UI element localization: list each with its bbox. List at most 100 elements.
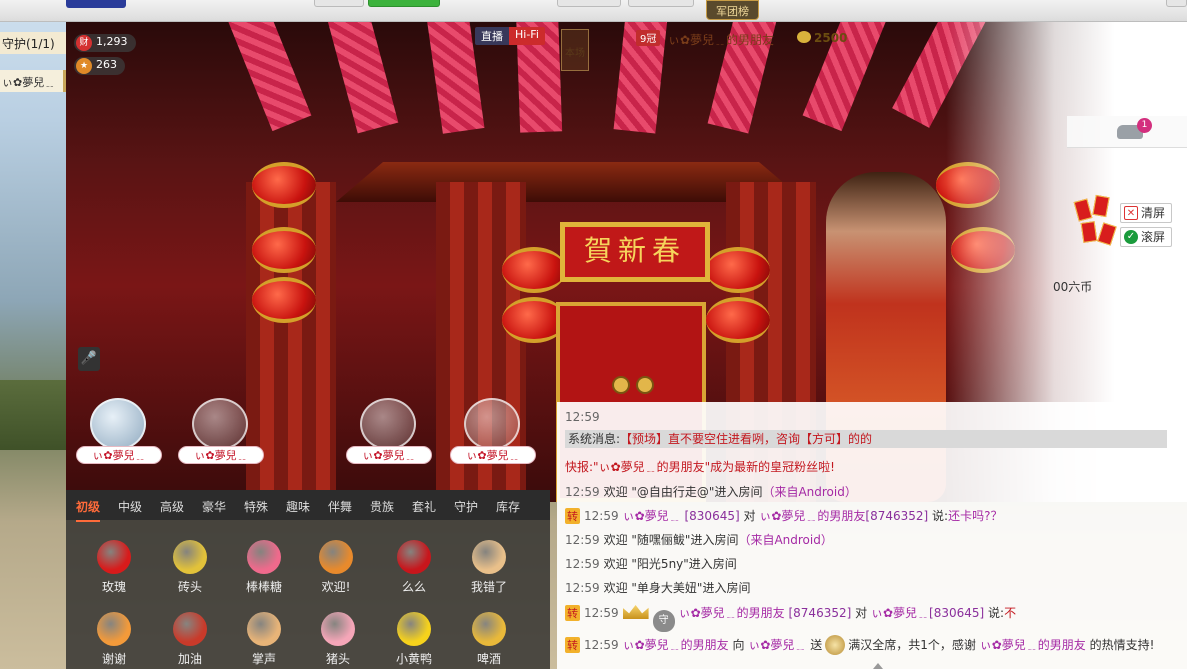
gift-tab-dance[interactable]: 伴舞 <box>328 498 352 515</box>
gift-tab-guard[interactable]: 守护 <box>454 498 478 515</box>
chat-sender[interactable]: ぃ✿夢兒﹎ <box>623 509 681 523</box>
gift-item[interactable]: 砖头 <box>156 540 224 604</box>
guard-title[interactable]: 守护(1/1) <box>0 32 66 54</box>
coin-tip-text: 00六币 <box>1053 280 1093 294</box>
flash-text: "ぃ✿夢兒﹎的男朋友"成为最新的皇冠粉丝啦! <box>593 460 835 474</box>
mic-seat[interactable]: ぃ✿夢兒﹎ <box>170 398 270 472</box>
clear-screen-button[interactable]: ✕ 清屏 <box>1120 203 1172 223</box>
gift-item[interactable]: 我错了 <box>455 540 523 604</box>
anchor-rank-badge: 9冠 <box>636 30 661 46</box>
gift-item[interactable]: 加油 <box>156 612 224 669</box>
gift-item[interactable]: 么么 <box>380 540 448 604</box>
gift-label: 啤酒 <box>476 652 501 666</box>
seat-name: ぃ✿夢兒﹎ <box>346 446 432 464</box>
gift-item[interactable]: 谢谢 <box>80 612 148 669</box>
legion-rank-button[interactable]: 军团榜 <box>706 0 759 20</box>
chat-sender[interactable]: ぃ✿夢兒﹎的男朋友 <box>623 638 729 652</box>
chat-time: 12:59 <box>584 606 619 620</box>
chat-target[interactable]: ぃ✿夢兒﹎的男朋友 <box>759 509 865 523</box>
top-button-3[interactable] <box>628 0 694 7</box>
rubber-duck-gift-icon <box>397 612 431 646</box>
chat-thank-tail: 的热情支持! <box>1089 638 1155 652</box>
repost-badge[interactable]: 转 <box>565 637 580 653</box>
sorry-gift-icon <box>472 540 506 574</box>
top-button-green[interactable] <box>368 0 440 7</box>
microphone-icon[interactable]: 🎤 <box>78 347 100 371</box>
chat-target[interactable]: ぃ✿夢兒﹎ <box>871 606 929 620</box>
chat-sender-id[interactable]: [8746352] <box>788 606 851 620</box>
left-background <box>0 22 66 669</box>
red-lantern <box>252 162 316 208</box>
chat-thank-target[interactable]: ぃ✿夢兒﹎的男朋友 <box>980 638 1086 652</box>
repost-badge[interactable]: 转 <box>565 508 580 524</box>
chat-source: （来自Android） <box>762 485 857 499</box>
stage-banner <box>227 22 312 132</box>
gift-item[interactable]: 啤酒 <box>455 612 523 669</box>
lollipop-gift-icon <box>247 540 281 574</box>
system-text[interactable]: 【预场】直不要空住进看咧，咨询【方可】的的 <box>620 432 872 446</box>
red-lantern <box>706 247 770 293</box>
gift-item[interactable]: 掌声 <box>230 612 298 669</box>
guard-name[interactable]: ぃ✿夢兒﹎ <box>0 70 66 92</box>
chat-time: 12:59 <box>565 410 600 424</box>
gift-tab-bundle[interactable]: 套礼 <box>412 498 436 515</box>
chat-gift-text: 满汉全席，共1个，感谢 <box>848 638 976 652</box>
red-envelope-icon[interactable] <box>1080 221 1098 243</box>
top-button-4[interactable] <box>1166 0 1187 7</box>
seat-avatar <box>464 398 520 450</box>
gift-item[interactable]: 小黄鸭 <box>380 612 448 669</box>
this-room-tab[interactable]: 本场 <box>561 29 589 71</box>
chat-sender-id[interactable]: [830645] <box>684 509 739 523</box>
gift-tab-noble[interactable]: 贵族 <box>370 498 394 515</box>
top-button-1[interactable] <box>314 0 364 7</box>
chat-message: 转 12:59 ぃ✿夢兒﹎ [830645] 对 ぃ✿夢兒﹎的男朋友[8746352… <box>565 507 1002 524</box>
fans-stat[interactable]: ★ 263 <box>74 57 125 75</box>
seat-name: ぃ✿夢兒﹎ <box>450 446 536 464</box>
chat-scroll-up-icon[interactable] <box>873 663 883 669</box>
anchor-name[interactable]: ぃ✿夢兒﹎的男朋友 <box>668 31 774 48</box>
gift-tab-senior[interactable]: 高级 <box>160 498 184 515</box>
gift-label: 我错了 <box>470 580 507 594</box>
gift-tab-fun[interactable]: 趣味 <box>286 498 310 515</box>
mic-seat[interactable]: ぃ✿夢兒﹎ <box>442 398 542 472</box>
chat-send: 送 <box>810 638 823 652</box>
gift-tab-basic[interactable]: 初级 <box>76 498 101 522</box>
scroll-screen-button[interactable]: ✓ 滚屏 <box>1120 227 1172 247</box>
gift-item[interactable]: 玫瑰 <box>80 540 148 604</box>
mic-seat[interactable]: ぃ✿夢兒﹎ <box>338 398 438 472</box>
top-button-2[interactable] <box>557 0 621 7</box>
seat-name: ぃ✿夢兒﹎ <box>76 446 162 464</box>
mic-seat[interactable]: ぃ✿夢兒﹎ <box>68 398 168 472</box>
chat-target[interactable]: ぃ✿夢兒﹎ <box>748 638 806 652</box>
wealth-stat[interactable]: 财 1,293 <box>74 34 136 52</box>
chat-target-id[interactable]: [830645] <box>929 606 984 620</box>
cheer-gift-icon <box>173 612 207 646</box>
chat-text: 欢迎 "@自由行走@"进入房间 <box>603 485 763 499</box>
gift-tab-middle[interactable]: 中级 <box>118 498 142 515</box>
gift-tab-luxury[interactable]: 豪华 <box>202 498 226 515</box>
live-mode-tab[interactable]: 直播 <box>475 27 509 45</box>
chat-panel[interactable]: 12:59 系统消息:【预场】直不要空住进看咧，咨询【方可】的的 快报:"ぃ✿夢… <box>557 402 1187 669</box>
brick-gift-icon <box>173 540 207 574</box>
chat-sender[interactable]: ぃ✿夢兒﹎的男朋友 <box>679 606 785 620</box>
gift-label: 欢迎! <box>321 580 351 594</box>
trash-icon: ✕ <box>1124 206 1138 220</box>
car-count-badge: 1 <box>1137 118 1152 133</box>
pig-head-gift-icon <box>321 612 355 646</box>
chat-content: 不 <box>1004 606 1017 620</box>
repost-badge[interactable]: 转 <box>565 605 580 621</box>
gift-item[interactable]: 欢迎! <box>302 540 370 604</box>
gift-item[interactable]: 猪头 <box>304 612 372 669</box>
gift-tab-inventory[interactable]: 库存 <box>496 498 520 515</box>
rose-gift-icon <box>97 540 131 574</box>
gift-label: 猪头 <box>325 652 350 666</box>
hifi-mode-tab[interactable]: Hi-Fi <box>509 27 545 45</box>
gift-item[interactable]: 棒棒糖 <box>230 540 298 604</box>
thanks-gift-icon <box>97 612 131 646</box>
gift-tab-special[interactable]: 特殊 <box>244 498 268 515</box>
site-logo[interactable] <box>66 0 126 8</box>
chat-target-id[interactable]: [8746352] <box>865 509 928 523</box>
chat-message: 12:59 欢迎 "随嘿俪鲅"进入房间（来自Android） <box>565 531 833 548</box>
system-label: 系统消息: <box>568 432 621 446</box>
chat-source: （来自Android） <box>738 533 833 547</box>
